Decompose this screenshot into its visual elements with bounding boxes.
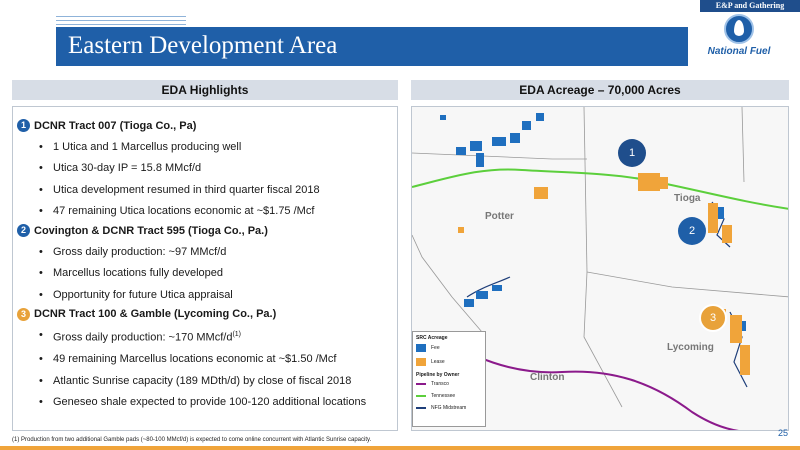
bottom-accent-bar <box>0 446 800 450</box>
section-title-text: Covington & DCNR Tract 595 (Tioga Co., P… <box>34 224 268 237</box>
legend-label: Tennessee <box>431 393 456 399</box>
page-number: 25 <box>777 428 788 438</box>
county-label-potter: Potter <box>485 211 514 222</box>
tennessee-line <box>416 395 426 397</box>
fee-swatch <box>416 344 426 352</box>
highlights-panel: 1 DCNR Tract 007 (Tioga Co., Pa) 1 Utica… <box>12 106 398 431</box>
list-item: Atlantic Sunrise capacity (189 MDth/d) b… <box>39 374 393 388</box>
legend-label: Lease <box>431 359 445 365</box>
county-label-lycoming: Lycoming <box>667 342 714 353</box>
section-title-text: DCNR Tract 100 & Gamble (Lycoming Co., P… <box>34 308 277 320</box>
county-label-clinton: Clinton <box>530 372 565 383</box>
number-badge: 1 <box>17 119 30 132</box>
transco-line <box>416 383 426 385</box>
number-badge: 3 <box>17 307 30 321</box>
list-item: Gross daily production: ~97 MMcf/d <box>39 245 393 259</box>
nfg-line <box>416 407 426 409</box>
section-tag: E&P and Gathering <box>700 0 800 12</box>
footnote: (1) Production from two additional Gambl… <box>12 437 372 443</box>
highlights-heading: EDA Highlights <box>12 80 398 100</box>
section-title: 1 DCNR Tract 007 (Tioga Co., Pa) <box>17 119 393 132</box>
page-title: Eastern Development Area <box>68 32 338 59</box>
title-bar: Eastern Development Area <box>56 27 688 66</box>
legend-item-tennessee: Tennessee <box>416 393 482 399</box>
lease-swatch <box>416 358 426 366</box>
acreage-map: 1 2 3 Potter Tioga Lycoming Clinton SRC … <box>411 106 789 431</box>
list-item: 1 Utica and 1 Marcellus producing well <box>39 140 393 154</box>
bullet-list: 1 Utica and 1 Marcellus producing well U… <box>17 140 393 219</box>
logo-text: National Fuel <box>707 46 771 57</box>
decorative-lines <box>56 13 186 27</box>
legend-pipeline-title: Pipeline by Owner <box>416 372 460 378</box>
list-item: 49 remaining Marcellus locations economi… <box>39 352 393 366</box>
list-item: Marcellus locations fully developed <box>39 266 393 280</box>
tract-marker-2: 2 <box>678 217 706 245</box>
tract-marker-3: 3 <box>699 304 727 332</box>
bullet-list: Gross daily production: ~97 MMcf/d Marce… <box>17 245 393 302</box>
bullet-list: Gross daily production: ~170 MMcf/d(1) 4… <box>17 328 393 409</box>
number-badge: 2 <box>17 224 30 237</box>
list-item: Geneseo shale expected to provide 100-12… <box>39 395 393 409</box>
section-title: 2 Covington & DCNR Tract 595 (Tioga Co.,… <box>17 224 393 237</box>
footnote-ref: (1) <box>232 331 242 338</box>
section-title-text: DCNR Tract 007 (Tioga Co., Pa) <box>34 119 197 132</box>
map-legend: SRC Acreage Fee Lease Pipeline by Owner … <box>412 331 486 427</box>
tract-marker-1: 1 <box>618 139 646 167</box>
legend-item-lease: Lease <box>416 358 482 366</box>
acreage-heading: EDA Acreage – 70,000 Acres <box>411 80 789 100</box>
list-item: Utica development resumed in third quart… <box>39 183 393 197</box>
section-title: 3 DCNR Tract 100 & Gamble (Lycoming Co.,… <box>17 307 393 321</box>
legend-acreage-title: SRC Acreage <box>416 335 448 341</box>
legend-label: Fee <box>431 345 440 351</box>
legend-item-transco: Transco <box>416 381 482 387</box>
company-logo: National Fuel <box>704 14 774 72</box>
legend-item-nfg: NFG Midstream <box>416 405 482 411</box>
list-item: Gross daily production: ~170 MMcf/d(1) <box>39 328 393 345</box>
list-item: Utica 30-day IP = 15.8 MMcf/d <box>39 161 393 175</box>
flame-icon <box>724 14 754 44</box>
legend-label: NFG Midstream <box>431 405 467 411</box>
legend-item-fee: Fee <box>416 344 482 352</box>
list-item: Opportunity for future Utica appraisal <box>39 288 393 302</box>
county-label-tioga: Tioga <box>674 193 701 204</box>
legend-label: Transco <box>431 381 449 387</box>
list-item: 47 remaining Utica locations economic at… <box>39 204 393 218</box>
